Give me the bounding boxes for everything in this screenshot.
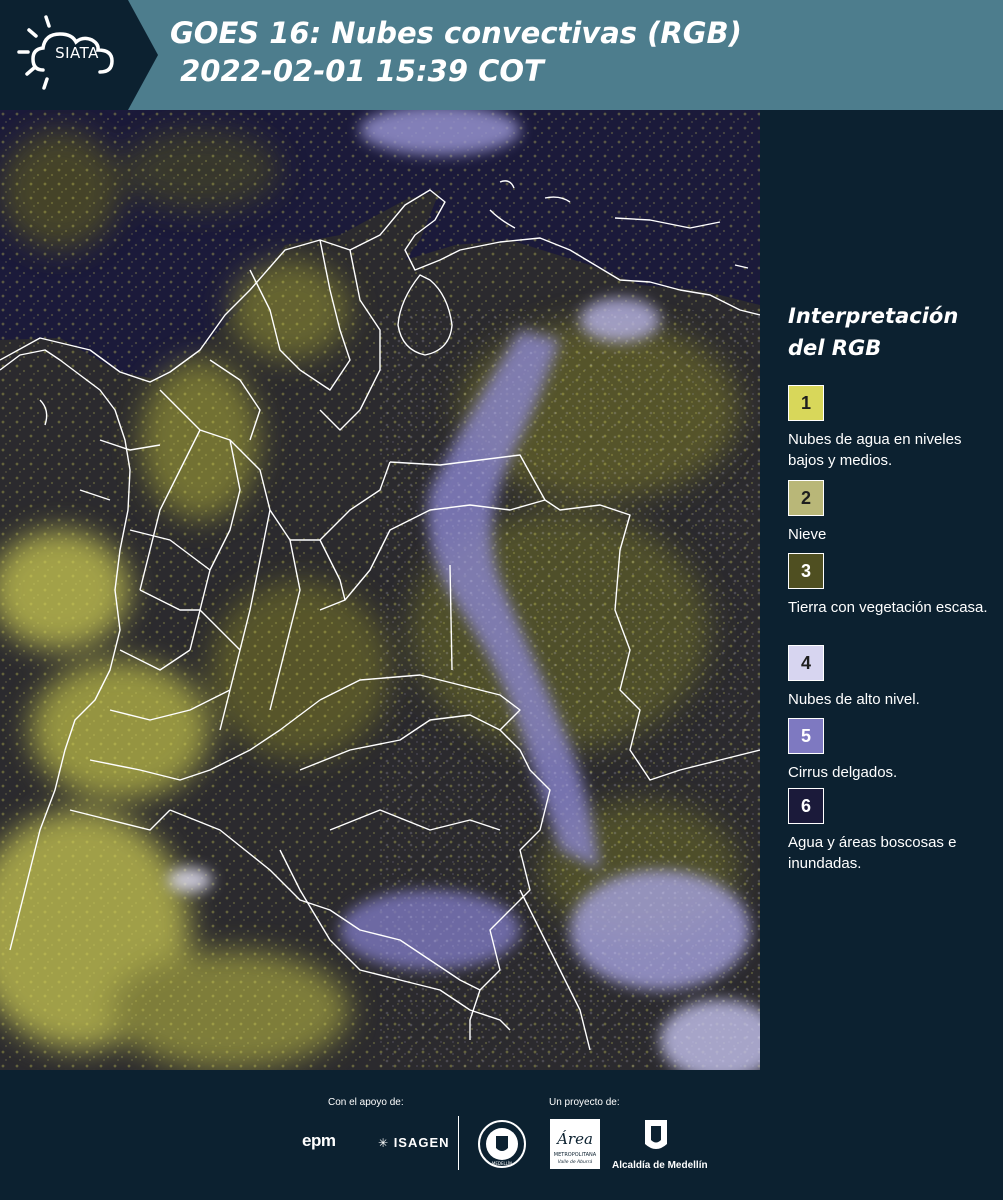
legend-number-1: 1 (800, 392, 811, 413)
siata-wordmark: SIATA (55, 44, 99, 62)
valle-wordmark: Valle de Aburrá (558, 1158, 593, 1165)
legend-swatch-5: 5 (788, 718, 824, 754)
legend-number-6: 6 (800, 795, 811, 816)
isagen-logo[interactable]: ✳ ISAGEN (378, 1135, 450, 1150)
legend-label-5: Cirrus delgados. (788, 764, 898, 781)
isagen-label: ISAGEN (393, 1135, 450, 1150)
legend-item-3: 3 Tierra con vegetación escasa. (788, 553, 998, 618)
legend-swatch-1: 1 (788, 385, 824, 421)
epm-logo[interactable]: epm (302, 1131, 336, 1151)
satellite-map[interactable] (0, 110, 760, 1070)
legend-number-3: 3 (800, 560, 811, 581)
legend-label-4: Nubes de alto nivel. (788, 691, 920, 708)
legend-label-2: Nieve (788, 526, 827, 543)
footer-divider (458, 1116, 459, 1170)
title-product: GOES 16: Nubes convectivas (RGB) (170, 16, 742, 50)
legend-number-5: 5 (800, 725, 811, 746)
metropolitana-wordmark: METROPOLITANA (554, 1152, 597, 1158)
area-metropolitana-logo[interactable]: Área METROPOLITANA Valle de Aburrá (549, 1118, 601, 1170)
legend-title: Interpretación del RGB (788, 304, 959, 360)
seal-wordmark: MEDELLÍN (492, 1161, 512, 1166)
legend-item-4: 4 Nubes de alto nivel. (788, 645, 998, 710)
medellin-seal-icon[interactable]: MEDELLÍN (477, 1118, 527, 1170)
legend-item-6: 6 Agua y áreas boscosas e inundadas. (788, 788, 998, 874)
legend-swatch-6: 6 (788, 788, 824, 824)
alcaldia-label: Alcaldía de Medellín (612, 1160, 708, 1171)
legend-item-5: 5 Cirrus delgados. (788, 718, 998, 783)
legend-number-4: 4 (800, 652, 811, 673)
header-bar: SIATA GOES 16: Nubes convectivas (RGB) 2… (0, 0, 1003, 110)
title-datetime: 2022-02-01 15:39 COT (170, 54, 544, 88)
legend-number-2: 2 (800, 487, 811, 508)
legend-item-1: 1 Nubes de agua en niveles bajos y medio… (788, 385, 998, 471)
legend-item-2: 2 Nieve (788, 480, 998, 545)
page-title: GOES 16: Nubes convectivas (RGB) 2022-02… (170, 14, 742, 90)
footer: Con el apoyo de: Un proyecto de: epm ✳ I… (0, 1070, 1003, 1200)
legend-swatch-3: 3 (788, 553, 824, 589)
legend-panel: Interpretación del RGB 1 Nubes de agua e… (760, 110, 1003, 1070)
legend-label-1: Nubes de agua en niveles bajos y medios. (788, 431, 962, 469)
alcaldia-shield-icon[interactable] (643, 1118, 669, 1156)
legend-label-6: Agua y áreas boscosas e inundadas. (788, 834, 957, 872)
isagen-icon: ✳ (378, 1136, 390, 1150)
support-caption: Con el apoyo de: (328, 1097, 404, 1108)
project-caption: Un proyecto de: (549, 1097, 620, 1108)
legend-swatch-2: 2 (788, 480, 824, 516)
siata-logo[interactable]: SIATA (0, 0, 160, 110)
legend-label-3: Tierra con vegetación escasa. (788, 599, 988, 616)
area-wordmark: Área (555, 1130, 593, 1148)
satellite-image (0, 110, 760, 1070)
legend-swatch-4: 4 (788, 645, 824, 681)
